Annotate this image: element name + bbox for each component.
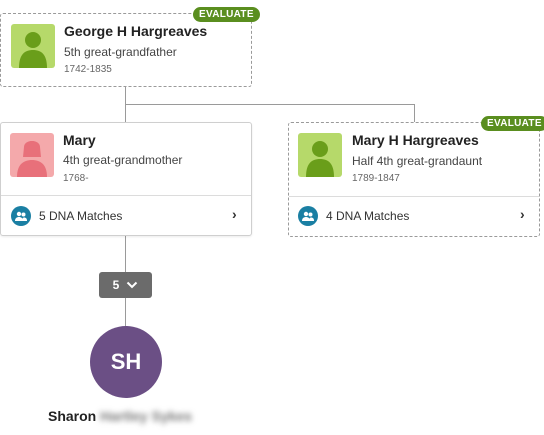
dna-matches-link[interactable]: 5 DNA Matches [11, 205, 245, 227]
evaluate-badge[interactable]: EVALUATE [481, 116, 544, 131]
male-avatar-icon [298, 133, 342, 177]
person-card-mary[interactable]: Mary 4th great-grandmother 1768- 5 DNA M… [0, 122, 252, 236]
person-relationship: Half 4th great-grandaunt [352, 154, 483, 168]
chevron-down-icon [127, 281, 138, 289]
person-name: Mary H Hargreaves [352, 132, 479, 148]
generation-count: 5 [112, 278, 120, 292]
person-name: George H Hargreaves [64, 23, 208, 39]
dna-matches-label: 4 DNA Matches [326, 209, 410, 223]
male-avatar-icon [11, 24, 55, 68]
card-divider [289, 196, 539, 197]
expand-generations-button[interactable]: 5 [99, 272, 152, 298]
person-card-mary-h[interactable]: Mary H Hargreaves Half 4th great-grandau… [288, 122, 540, 237]
person-relationship: 4th great-grandmother [63, 153, 183, 167]
home-person-avatar[interactable]: SH [90, 326, 162, 398]
person-dates: 1742-1835 [64, 64, 112, 75]
person-dates: 1789-1847 [352, 173, 400, 184]
home-person-name[interactable]: Sharon Hartley Sykes [48, 408, 192, 424]
chevron-right-icon[interactable]: › [520, 206, 525, 222]
person-name: Mary [63, 132, 96, 148]
connector-horizontal [125, 104, 415, 105]
female-avatar-icon [10, 133, 54, 177]
card-divider [1, 195, 251, 196]
connector-left-vertical [125, 104, 126, 122]
person-relationship: 5th great-grandfather [64, 45, 177, 59]
dna-matches-link[interactable]: 4 DNA Matches [298, 205, 532, 227]
chevron-right-icon[interactable]: › [232, 206, 237, 222]
dna-matches-label: 5 DNA Matches [39, 209, 123, 223]
home-person-first-name: Sharon [48, 408, 97, 424]
home-person-redacted-name: Hartley Sykes [100, 408, 192, 424]
connector-right-vertical [414, 104, 415, 122]
person-dates: 1768- [63, 173, 89, 184]
avatar-initials: SH [110, 349, 142, 374]
dna-matches-icon [298, 206, 318, 226]
dna-matches-icon [11, 206, 31, 226]
person-card-george[interactable]: George H Hargreaves 5th great-grandfathe… [0, 13, 252, 87]
connector-top-vertical [125, 86, 126, 104]
evaluate-badge[interactable]: EVALUATE [193, 7, 260, 22]
